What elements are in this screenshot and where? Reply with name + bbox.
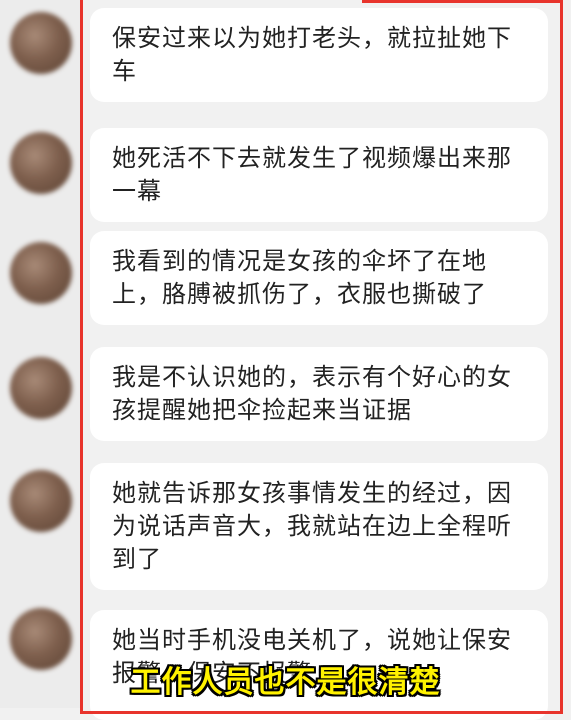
video-subtitle: 工作人员也不是很清楚 xyxy=(130,665,441,700)
avatar[interactable] xyxy=(10,357,72,419)
avatar[interactable] xyxy=(10,242,72,304)
avatar-column xyxy=(0,0,82,708)
highlight-top-accent xyxy=(362,0,562,3)
avatar[interactable] xyxy=(10,470,72,532)
avatar[interactable] xyxy=(10,12,72,74)
avatar[interactable] xyxy=(10,132,72,194)
highlight-frame xyxy=(80,0,563,714)
